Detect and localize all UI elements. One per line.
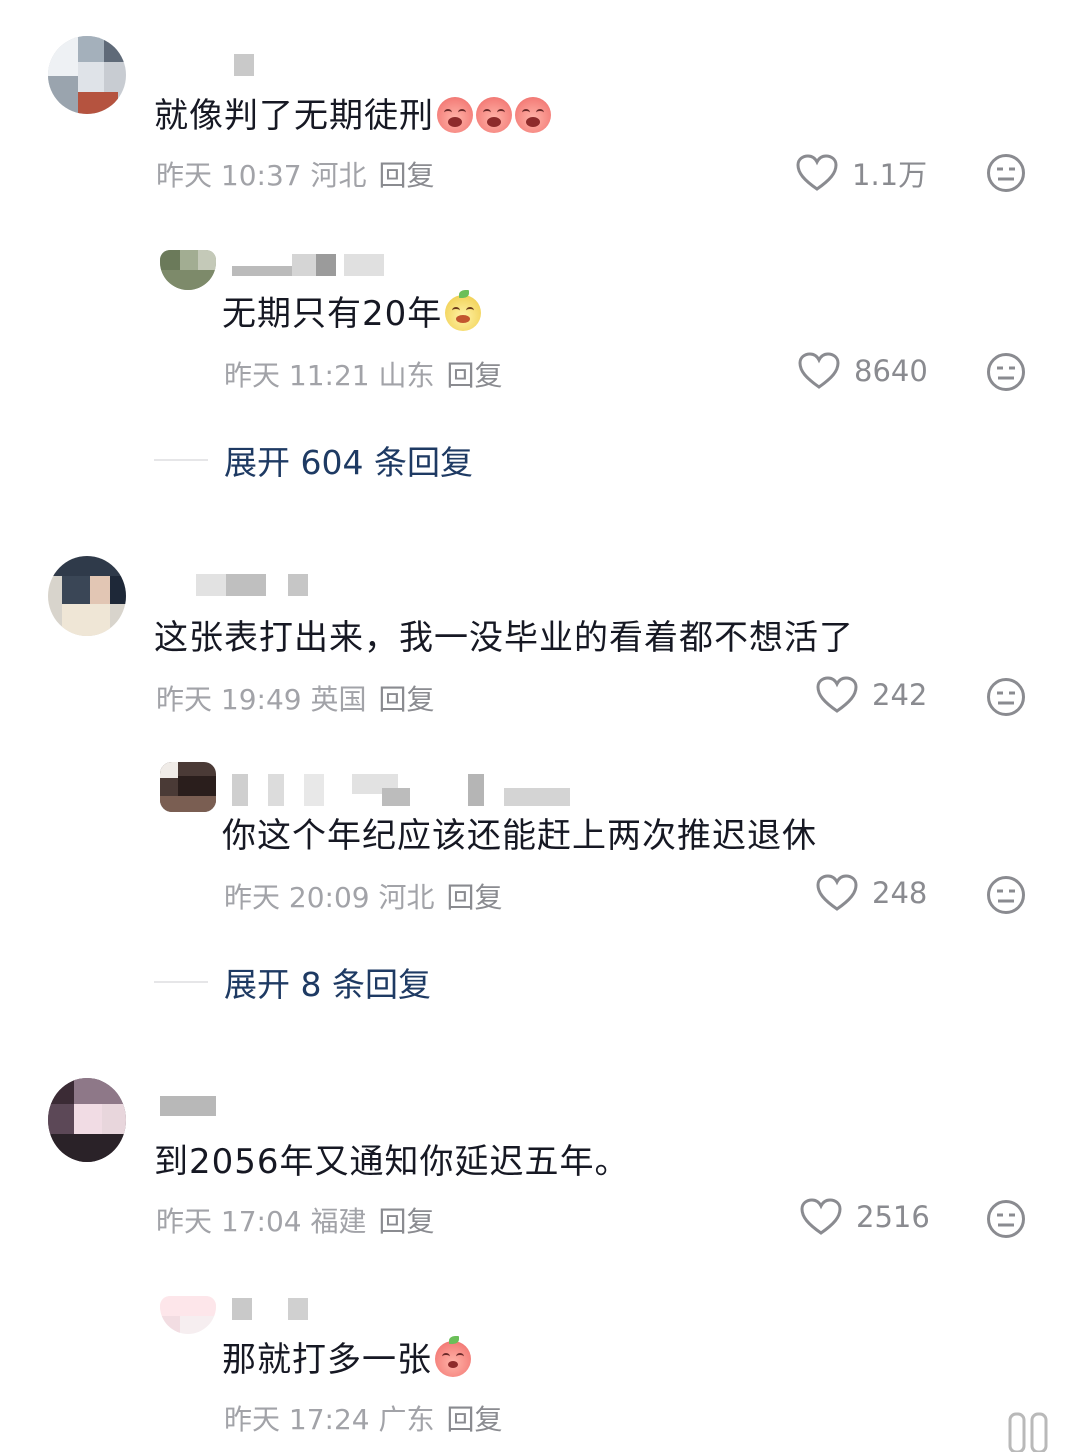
- peach-crying-emoji: [476, 97, 512, 133]
- peach-crying-emoji: [515, 97, 551, 133]
- heart-outline-icon: [800, 1198, 842, 1235]
- timestamp-location: 昨天 20:09 河北: [224, 881, 435, 914]
- expand-replies-button[interactable]: 展开 604 条回复: [154, 436, 473, 484]
- neutral-face-icon[interactable]: [986, 677, 1026, 717]
- comment-meta: 昨天 19:49 英国 回复: [156, 678, 435, 718]
- username-blurred[interactable]: [232, 1298, 342, 1320]
- like-count: 8640: [854, 354, 928, 388]
- expand-replies-button[interactable]: 展开 8 条回复: [154, 958, 431, 1006]
- neutral-face-icon[interactable]: [986, 875, 1026, 915]
- like-button[interactable]: 2516: [800, 1198, 930, 1236]
- reply-button[interactable]: 回复: [447, 1403, 503, 1436]
- comment-text: 就像判了无期徒刑: [154, 94, 551, 138]
- like-count: 242: [872, 678, 928, 712]
- dog-emoji: [445, 290, 482, 331]
- like-button[interactable]: 1.1万: [796, 152, 927, 194]
- like-button[interactable]: 248: [816, 874, 927, 912]
- divider: [154, 981, 208, 983]
- avatar[interactable]: [160, 1296, 216, 1334]
- divider: [154, 459, 208, 461]
- reply-meta: 昨天 11:21 山东 回复: [224, 354, 503, 394]
- expand-replies-label: 展开 8 条回复: [224, 965, 431, 1004]
- reply-button[interactable]: 回复: [379, 683, 435, 716]
- avatar[interactable]: [48, 556, 126, 636]
- comment-text: 到2056年又通知你延迟五年。: [154, 1142, 630, 1182]
- neutral-face-icon[interactable]: [986, 153, 1026, 193]
- avatar[interactable]: [48, 1078, 126, 1162]
- peach-shy-emoji: [435, 1336, 471, 1377]
- reply-text: 无期只有20年: [222, 290, 482, 336]
- like-count: 2516: [856, 1200, 930, 1234]
- username-blurred[interactable]: [232, 774, 572, 806]
- heart-outline-icon: [796, 154, 838, 191]
- reply-button[interactable]: 回复: [447, 881, 503, 914]
- like-button[interactable]: 242: [816, 676, 927, 714]
- reply-button[interactable]: 回复: [379, 1205, 435, 1238]
- username-blurred[interactable]: [156, 54, 256, 76]
- neutral-face-icon[interactable]: [986, 1199, 1026, 1239]
- scroll-handle-icon[interactable]: [1006, 1412, 1050, 1452]
- reply-text: 那就打多一张: [222, 1336, 471, 1382]
- like-count: 1.1万: [852, 158, 928, 192]
- comment-thread: 就像判了无期徒刑 昨天 10:37 河北 回复 1.1万 无期只有20年 昨天 1…: [0, 0, 1080, 1452]
- username-blurred[interactable]: [232, 254, 384, 276]
- username-blurred[interactable]: [156, 574, 356, 596]
- neutral-face-icon[interactable]: [986, 352, 1026, 392]
- timestamp-location: 昨天 11:21 山东: [224, 359, 435, 392]
- peach-crying-emoji: [437, 97, 473, 133]
- like-count: 248: [872, 876, 928, 910]
- timestamp-location: 昨天 17:04 福建: [156, 1205, 367, 1238]
- heart-outline-icon: [816, 874, 858, 911]
- reply-button[interactable]: 回复: [447, 359, 503, 392]
- reply-meta: 昨天 20:09 河北 回复: [224, 876, 503, 916]
- expand-replies-label: 展开 604 条回复: [224, 443, 473, 482]
- reply-text: 你这个年纪应该还能赶上两次推迟退休: [222, 816, 817, 856]
- reply-button[interactable]: 回复: [379, 159, 435, 192]
- heart-outline-icon: [816, 676, 858, 713]
- comment-meta: 昨天 10:37 河北 回复: [156, 154, 435, 194]
- avatar[interactable]: [160, 762, 216, 812]
- avatar[interactable]: [48, 36, 126, 114]
- comment-text: 这张表打出来，我一没毕业的看着都不想活了: [154, 618, 854, 658]
- comment-meta: 昨天 17:04 福建 回复: [156, 1200, 435, 1240]
- timestamp-location: 昨天 17:24 广东: [224, 1403, 435, 1436]
- avatar[interactable]: [160, 250, 216, 290]
- like-button[interactable]: 8640: [798, 352, 928, 390]
- heart-outline-icon: [798, 352, 840, 389]
- timestamp-location: 昨天 19:49 英国: [156, 683, 367, 716]
- reply-meta: 昨天 17:24 广东 回复: [224, 1398, 503, 1438]
- username-blurred[interactable]: [160, 1096, 220, 1118]
- timestamp-location: 昨天 10:37 河北: [156, 159, 367, 192]
